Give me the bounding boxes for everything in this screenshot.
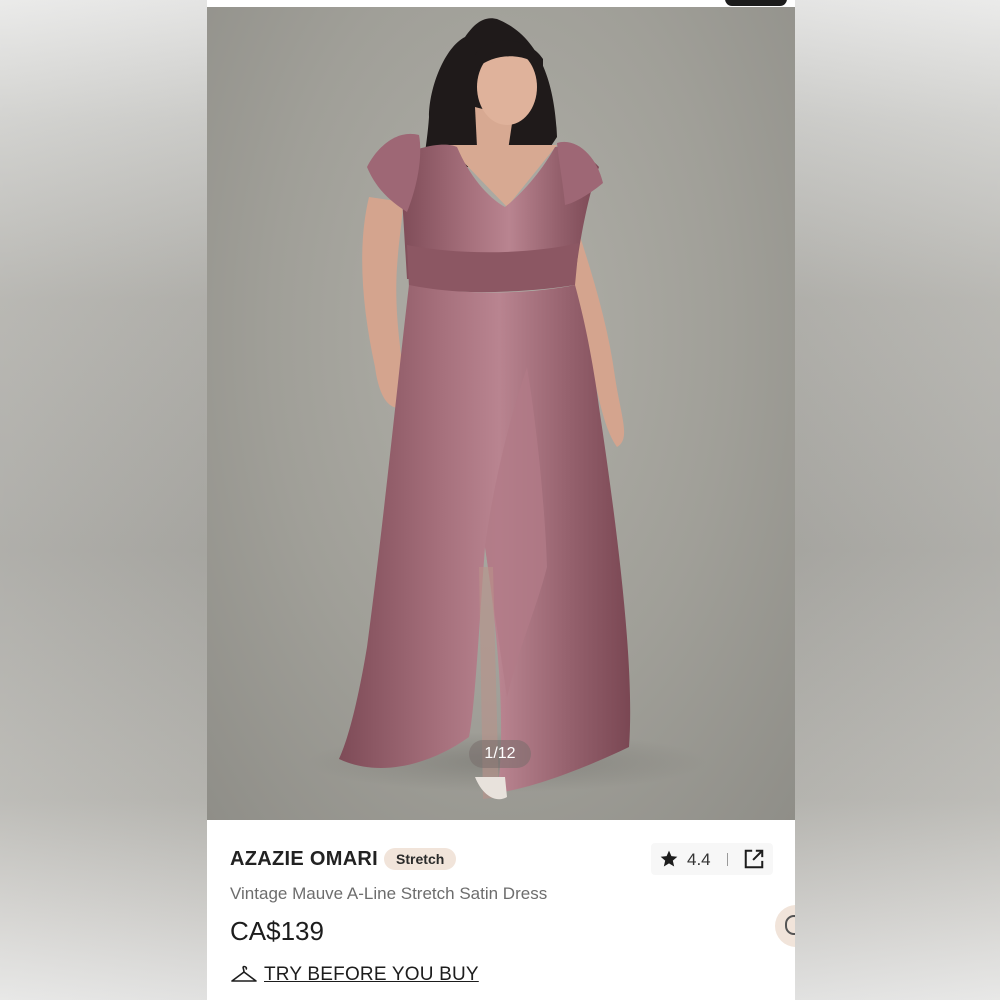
star-icon [660,850,678,867]
try-before-you-buy-link[interactable]: TRY BEFORE YOU BUY [230,963,479,987]
brand-row: AZAZIE OMARI Stretch [230,846,457,872]
chat-button[interactable] [775,905,795,947]
rating-divider [727,853,728,866]
top-status-pill [725,0,787,6]
share-icon[interactable] [743,848,765,870]
rating-share-box: 4.4 [651,843,773,875]
product-photo[interactable]: 1/12 [207,7,795,820]
product-page: 1/12 AZAZIE OMARI Stretch 4.4 Vintage Ma… [207,0,795,1000]
stretch-badge: Stretch [384,848,457,870]
product-price: CA$139 [230,916,324,946]
rating-value[interactable]: 4.4 [687,850,711,870]
try-before-you-buy-label[interactable]: TRY BEFORE YOU BUY [264,964,479,986]
hanger-icon [231,965,257,982]
blurred-background-left [0,0,207,1000]
top-status-strip [207,0,795,7]
product-info-panel: AZAZIE OMARI Stretch 4.4 Vintage Mauve A… [207,820,795,1000]
chat-icon [785,915,795,935]
blurred-background-right [795,0,1000,1000]
brand-name[interactable]: AZAZIE OMARI [230,848,378,871]
product-title: Vintage Mauve A-Line Stretch Satin Dress [230,884,548,903]
image-counter: 1/12 [469,740,531,768]
dress-model-illustration [307,18,707,800]
